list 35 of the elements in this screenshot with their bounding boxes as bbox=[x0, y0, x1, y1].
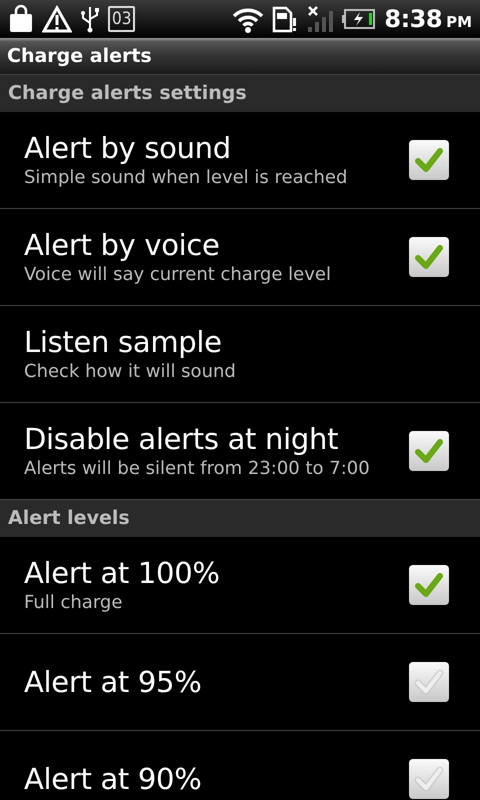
clock-time: 8:38 bbox=[384, 4, 442, 35]
no-signal-icon bbox=[306, 5, 334, 33]
preference-title: Alert at 95% bbox=[24, 664, 202, 700]
preference-title: Listen sample bbox=[24, 324, 223, 360]
preference-summary: Full charge bbox=[24, 590, 124, 614]
preference-summary: Voice will say current charge level bbox=[24, 262, 331, 286]
battery-charging-icon bbox=[342, 8, 376, 30]
screen-title: Charge alerts bbox=[0, 38, 480, 75]
preference-summary: Check how it will sound bbox=[24, 360, 236, 384]
sim-card-alert-icon bbox=[272, 5, 298, 33]
checkbox[interactable] bbox=[409, 565, 449, 605]
preference-row[interactable]: Alert at 100% Full charge bbox=[0, 537, 480, 634]
checkbox[interactable] bbox=[409, 237, 449, 277]
preference-summary: Simple sound when level is reached bbox=[24, 166, 348, 190]
notification-count: 03 bbox=[108, 6, 136, 32]
preference-row[interactable]: Alert by voice Voice will say current charge level bbox=[0, 209, 480, 306]
section-header: Alert levels bbox=[0, 500, 480, 537]
preference-title: Alert at 100% bbox=[24, 556, 220, 591]
usb-icon bbox=[80, 5, 100, 33]
preference-title: Alert by voice bbox=[24, 228, 221, 263]
checkbox[interactable] bbox=[409, 759, 449, 799]
preference-title: Disable alerts at night bbox=[24, 422, 340, 457]
preference-title: Alert at 90% bbox=[24, 762, 202, 796]
preference-row[interactable]: Listen sample Check how it will sound bbox=[0, 306, 480, 403]
warning-icon bbox=[42, 5, 72, 33]
preference-summary: Alerts will be silent from 23:00 to 7:00 bbox=[24, 456, 370, 480]
preference-row[interactable]: Alert at 95% bbox=[0, 634, 480, 731]
checkbox[interactable] bbox=[409, 662, 449, 702]
checkbox[interactable] bbox=[409, 431, 449, 471]
section-header: Charge alerts settings bbox=[0, 75, 480, 112]
preference-row[interactable]: Alert by sound Simple sound when level is reached bbox=[0, 112, 480, 209]
preference-title: Alert by sound bbox=[24, 130, 232, 166]
preference-row[interactable]: Alert at 90% bbox=[0, 731, 480, 800]
checkbox[interactable] bbox=[409, 140, 449, 180]
clock-period: PM bbox=[446, 12, 472, 33]
